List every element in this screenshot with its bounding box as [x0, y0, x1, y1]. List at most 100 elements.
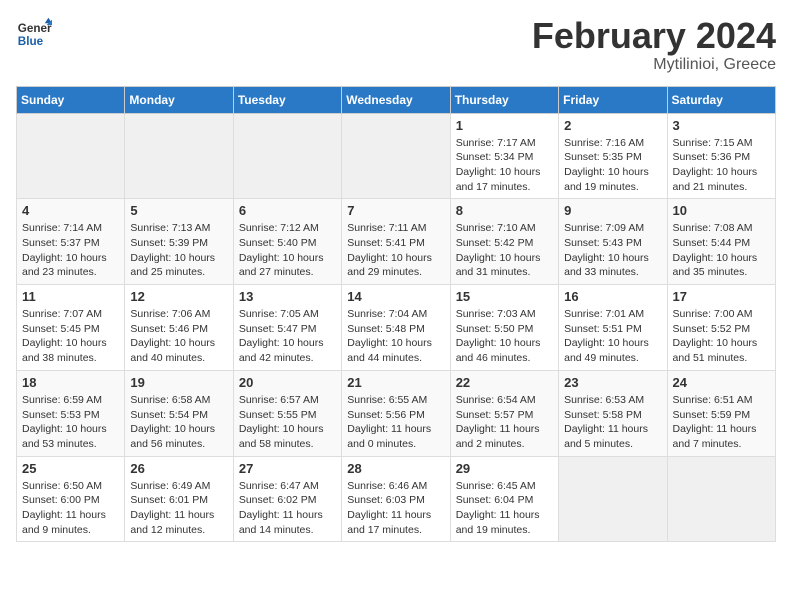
day-info: Sunrise: 6:51 AM Sunset: 5:59 PM Dayligh… [673, 393, 770, 452]
day-number: 2 [564, 118, 661, 133]
calendar-cell: 9Sunrise: 7:09 AM Sunset: 5:43 PM Daylig… [559, 199, 667, 285]
day-number: 13 [239, 289, 336, 304]
calendar-cell: 6 Sunrise: 7:12 AM Sunset: 5:40 PM Daylig… [233, 199, 341, 285]
day-number: 16 [564, 289, 661, 304]
calendar-cell [233, 113, 341, 199]
calendar-cell [342, 113, 450, 199]
calendar-cell: 2 Sunrise: 7:16 AM Sunset: 5:35 PM Daylig… [559, 113, 667, 199]
day-number: 25 [22, 461, 119, 476]
svg-text:Blue: Blue [18, 35, 44, 48]
calendar-header-row: SundayMondayTuesdayWednesdayThursdayFrid… [17, 86, 776, 113]
day-number: 10 [673, 203, 770, 218]
day-number: 20 [239, 375, 336, 390]
page-header: General Blue February 2024 Mytilinioi, G… [16, 16, 776, 74]
day-number: 22 [456, 375, 553, 390]
logo: General Blue [16, 16, 52, 52]
day-number: 28 [347, 461, 444, 476]
calendar-cell: 11 Sunrise: 7:07 AM Sunset: 5:45 PM Dayli… [17, 285, 125, 371]
day-of-week-header: Sunday [17, 86, 125, 113]
day-of-week-header: Saturday [667, 86, 775, 113]
calendar-cell: 10 Sunrise: 7:08 AM Sunset: 5:44 PM Dayli… [667, 199, 775, 285]
day-number: 7 [347, 203, 444, 218]
day-info: Sunrise: 7:15 AM Sunset: 5:36 PM Dayligh… [673, 136, 770, 195]
calendar-cell [125, 113, 233, 199]
day-info: Sunrise: 7:04 AM Sunset: 5:48 PM Dayligh… [347, 307, 444, 366]
day-number: 4 [22, 203, 119, 218]
day-number: 14 [347, 289, 444, 304]
day-info: Sunrise: 6:57 AM Sunset: 5:55 PM Dayligh… [239, 393, 336, 452]
day-info: Sunrise: 7:06 AM Sunset: 5:46 PM Dayligh… [130, 307, 227, 366]
day-number: 24 [673, 375, 770, 390]
day-number: 8 [456, 203, 553, 218]
day-info: Sunrise: 6:59 AM Sunset: 5:53 PM Dayligh… [22, 393, 119, 452]
calendar-week-row: 1 Sunrise: 7:17 AM Sunset: 5:34 PM Daylig… [17, 113, 776, 199]
day-number: 27 [239, 461, 336, 476]
day-info: Sunrise: 7:10 AM Sunset: 5:42 PM Dayligh… [456, 221, 553, 280]
day-number: 3 [673, 118, 770, 133]
day-number: 23 [564, 375, 661, 390]
calendar-cell [559, 456, 667, 542]
day-number: 21 [347, 375, 444, 390]
calendar-cell: 15Sunrise: 7:03 AM Sunset: 5:50 PM Dayli… [450, 285, 558, 371]
calendar-cell: 17Sunrise: 7:00 AM Sunset: 5:52 PM Dayli… [667, 285, 775, 371]
day-number: 6 [239, 203, 336, 218]
calendar-cell [667, 456, 775, 542]
calendar-cell: 12 Sunrise: 7:06 AM Sunset: 5:46 PM Dayli… [125, 285, 233, 371]
calendar-subtitle: Mytilinioi, Greece [532, 56, 776, 74]
day-info: Sunrise: 7:07 AM Sunset: 5:45 PM Dayligh… [22, 307, 119, 366]
calendar-cell: 8 Sunrise: 7:10 AM Sunset: 5:42 PM Daylig… [450, 199, 558, 285]
day-number: 18 [22, 375, 119, 390]
day-of-week-header: Wednesday [342, 86, 450, 113]
day-of-week-header: Tuesday [233, 86, 341, 113]
day-info: Sunrise: 6:47 AM Sunset: 6:02 PM Dayligh… [239, 479, 336, 538]
calendar-cell [17, 113, 125, 199]
day-info: Sunrise: 6:45 AM Sunset: 6:04 PM Dayligh… [456, 479, 553, 538]
calendar-week-row: 4 Sunrise: 7:14 AM Sunset: 5:37 PM Daylig… [17, 199, 776, 285]
day-number: 9 [564, 203, 661, 218]
logo-icon: General Blue [16, 16, 52, 52]
day-number: 26 [130, 461, 227, 476]
calendar-cell: 3 Sunrise: 7:15 AM Sunset: 5:36 PM Daylig… [667, 113, 775, 199]
calendar-cell: 26Sunrise: 6:49 AM Sunset: 6:01 PM Dayli… [125, 456, 233, 542]
day-of-week-header: Friday [559, 86, 667, 113]
title-section: February 2024 Mytilinioi, Greece [532, 16, 776, 74]
calendar-cell: 16 Sunrise: 7:01 AM Sunset: 5:51 PM Dayli… [559, 285, 667, 371]
day-number: 1 [456, 118, 553, 133]
calendar-cell: 21 Sunrise: 6:55 AM Sunset: 5:56 PM Dayli… [342, 370, 450, 456]
calendar-cell: 1 Sunrise: 7:17 AM Sunset: 5:34 PM Daylig… [450, 113, 558, 199]
calendar-cell: 27 Sunrise: 6:47 AM Sunset: 6:02 PM Dayli… [233, 456, 341, 542]
calendar-title: February 2024 [532, 16, 776, 56]
day-info: Sunrise: 6:46 AM Sunset: 6:03 PM Dayligh… [347, 479, 444, 538]
svg-text:General: General [18, 22, 52, 35]
calendar-cell: 25 Sunrise: 6:50 AM Sunset: 6:00 PM Dayli… [17, 456, 125, 542]
calendar-cell: 20 Sunrise: 6:57 AM Sunset: 5:55 PM Dayli… [233, 370, 341, 456]
day-info: Sunrise: 6:55 AM Sunset: 5:56 PM Dayligh… [347, 393, 444, 452]
day-info: Sunrise: 7:08 AM Sunset: 5:44 PM Dayligh… [673, 221, 770, 280]
calendar-table: SundayMondayTuesdayWednesdayThursdayFrid… [16, 86, 776, 543]
day-info: Sunrise: 7:01 AM Sunset: 5:51 PM Dayligh… [564, 307, 661, 366]
day-info: Sunrise: 7:16 AM Sunset: 5:35 PM Dayligh… [564, 136, 661, 195]
day-info: Sunrise: 7:17 AM Sunset: 5:34 PM Dayligh… [456, 136, 553, 195]
calendar-cell: 13 Sunrise: 7:05 AM Sunset: 5:47 PM Dayli… [233, 285, 341, 371]
day-info: Sunrise: 6:54 AM Sunset: 5:57 PM Dayligh… [456, 393, 553, 452]
day-number: 5 [130, 203, 227, 218]
day-info: Sunrise: 6:50 AM Sunset: 6:00 PM Dayligh… [22, 479, 119, 538]
day-number: 12 [130, 289, 227, 304]
calendar-cell: 7Sunrise: 7:11 AM Sunset: 5:41 PM Daylig… [342, 199, 450, 285]
calendar-cell: 29 Sunrise: 6:45 AM Sunset: 6:04 PM Dayli… [450, 456, 558, 542]
calendar-cell: 19Sunrise: 6:58 AM Sunset: 5:54 PM Dayli… [125, 370, 233, 456]
day-info: Sunrise: 7:12 AM Sunset: 5:40 PM Dayligh… [239, 221, 336, 280]
day-number: 29 [456, 461, 553, 476]
calendar-week-row: 11 Sunrise: 7:07 AM Sunset: 5:45 PM Dayli… [17, 285, 776, 371]
calendar-cell: 14 Sunrise: 7:04 AM Sunset: 5:48 PM Dayli… [342, 285, 450, 371]
day-of-week-header: Thursday [450, 86, 558, 113]
day-info: Sunrise: 7:05 AM Sunset: 5:47 PM Dayligh… [239, 307, 336, 366]
day-info: Sunrise: 6:58 AM Sunset: 5:54 PM Dayligh… [130, 393, 227, 452]
calendar-cell: 4 Sunrise: 7:14 AM Sunset: 5:37 PM Daylig… [17, 199, 125, 285]
calendar-cell: 24 Sunrise: 6:51 AM Sunset: 5:59 PM Dayli… [667, 370, 775, 456]
day-info: Sunrise: 7:14 AM Sunset: 5:37 PM Dayligh… [22, 221, 119, 280]
day-number: 11 [22, 289, 119, 304]
day-info: Sunrise: 7:00 AM Sunset: 5:52 PM Dayligh… [673, 307, 770, 366]
calendar-week-row: 25 Sunrise: 6:50 AM Sunset: 6:00 PM Dayli… [17, 456, 776, 542]
calendar-cell: 18 Sunrise: 6:59 AM Sunset: 5:53 PM Dayli… [17, 370, 125, 456]
